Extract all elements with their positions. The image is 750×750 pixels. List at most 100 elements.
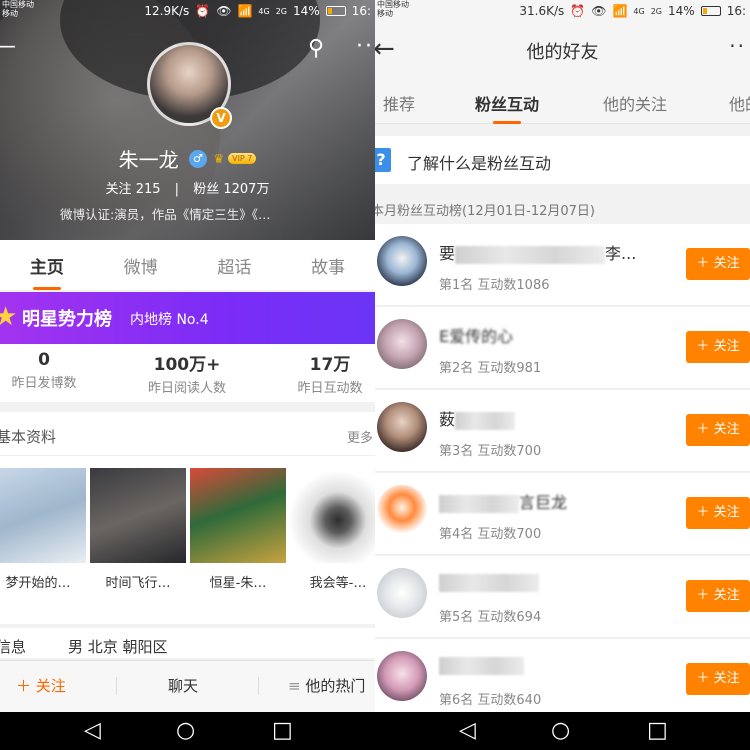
bottom-action-bar: ＋ 关注 聊天 ≡ 他的热门 xyxy=(0,660,375,712)
verified-badge-icon: V xyxy=(210,107,232,129)
fan-name xyxy=(439,655,524,675)
back-arrow-icon[interactable]: — xyxy=(0,34,16,59)
friends-tabs: 推荐 粉丝互动 他的关注 他的 xyxy=(375,80,750,124)
battery-icon xyxy=(700,6,721,16)
fan-name: 言巨龙 xyxy=(439,489,567,513)
poster-4[interactable]: 我会等-… xyxy=(290,468,375,591)
info-row: 信息 男 北京 朝阳区 xyxy=(0,628,375,658)
more-icon[interactable]: ·· xyxy=(729,34,746,58)
signal-label-2: 2G xyxy=(275,6,288,16)
hot-button[interactable]: ≡ 他的热门 xyxy=(288,675,365,696)
list-item[interactable]: 第5名 互动数694 ＋ 关注 xyxy=(375,556,750,638)
list-item[interactable]: 薮 第3名 互动数700 ＋ 关注 xyxy=(375,390,750,472)
battery-percent: 14% xyxy=(293,4,320,18)
tab-fan-interaction[interactable]: 粉丝互动 xyxy=(475,91,539,115)
list-item[interactable]: 第6名 互动数640 ＋ 关注 xyxy=(375,639,750,712)
tab-weibo[interactable]: 微博 xyxy=(118,253,164,278)
profile-tabs: 主页 微博 超话 故事 xyxy=(0,240,375,290)
info-key: 信息 xyxy=(0,638,27,656)
basic-info-header: 基本资料 更多 xyxy=(0,412,375,456)
more-link[interactable]: 更多 xyxy=(347,427,373,446)
battery-percent: 14% xyxy=(668,4,695,18)
followers-label[interactable]: 粉丝 xyxy=(193,182,219,197)
follow-button[interactable]: ＋ 关注 xyxy=(16,675,66,696)
user-name: 朱一龙 xyxy=(118,148,179,172)
clock: 16: xyxy=(351,4,371,18)
nav-home-icon[interactable]: ○ xyxy=(176,718,195,744)
follow-button[interactable]: ＋ 关注 xyxy=(686,497,750,529)
nav-home-icon-2[interactable]: ○ xyxy=(551,718,570,744)
star-icon: ★ xyxy=(0,302,18,332)
following-count[interactable]: 215 xyxy=(136,182,161,197)
avatar[interactable] xyxy=(377,485,427,535)
poster-3[interactable]: 恒星-朱… xyxy=(190,468,286,591)
user-name-row: 朱一龙 ♂ ♛ VIP 7 xyxy=(0,144,375,173)
tab-recommend[interactable]: 推荐 xyxy=(383,91,415,115)
male-icon: ♂ xyxy=(188,149,207,168)
info-value: 男 北京 朝阳区 xyxy=(68,638,168,656)
tab-story[interactable]: 故事 xyxy=(305,253,351,278)
fan-rank: 第1名 互动数1086 xyxy=(439,278,550,293)
plus-icon: ＋ xyxy=(16,677,36,695)
fan-name: E爱传的心 xyxy=(439,327,514,346)
list-item[interactable]: 要李... 第1名 互动数1086 ＋ 关注 xyxy=(375,224,750,306)
follow-button[interactable]: ＋ 关注 xyxy=(686,580,750,612)
fan-name: 薮 xyxy=(439,406,516,430)
network-speed: 31.6K/s xyxy=(519,4,565,18)
top-bar: 中国移动 移动 31.6K/s ⏰ 👁 📶 4G 2G 14% 16: ← 他的… xyxy=(375,0,750,80)
avatar[interactable] xyxy=(377,402,427,452)
eye-icon: 👁 xyxy=(591,4,607,18)
fan-name xyxy=(439,572,539,592)
followers-count[interactable]: 1207万 xyxy=(223,182,269,197)
banner-rank: 内地榜 No.4 xyxy=(130,312,209,328)
nav-recent-icon[interactable]: □ xyxy=(272,718,293,744)
nav-recent-icon-2[interactable]: □ xyxy=(647,718,668,744)
avatar[interactable] xyxy=(377,319,427,369)
fan-rank: 第3名 互动数700 xyxy=(439,444,542,459)
tab-his-more[interactable]: 他的 xyxy=(729,91,750,115)
follow-button[interactable]: ＋ 关注 xyxy=(686,248,750,280)
more-icon[interactable]: ·· xyxy=(356,34,374,59)
status-bar: 中国移动 移动 31.6K/s ⏰ 👁 📶 4G 2G 14% 16: xyxy=(375,0,750,22)
about-fan-interaction[interactable]: ? 了解什么是粉丝互动 xyxy=(375,136,750,184)
nav-back-icon-2[interactable]: ◁ xyxy=(459,718,476,744)
list-item[interactable]: 言巨龙 第4名 互动数700 ＋ 关注 xyxy=(375,473,750,555)
follow-stats: 关注 215 | 粉丝 1207万 xyxy=(105,182,270,197)
chat-button[interactable]: 聊天 xyxy=(168,675,198,696)
wifi-icon: 📶 xyxy=(612,4,628,18)
search-icon[interactable]: ⚲ xyxy=(308,36,324,61)
stat-posts: 0 昨日发博数 xyxy=(11,350,77,391)
fan-name: 要李... xyxy=(439,244,637,264)
menu-icon: ≡ xyxy=(288,677,306,695)
fan-rank: 第2名 互动数981 xyxy=(439,361,542,376)
nav-back-icon[interactable]: ◁ xyxy=(84,718,101,744)
alarm-icon: ⏰ xyxy=(195,4,211,18)
tab-home[interactable]: 主页 xyxy=(24,253,70,278)
poster-2[interactable]: 时间飞行… xyxy=(90,468,186,591)
eye-icon: 👁 xyxy=(216,4,232,18)
carrier-text: 中国移动 移动 xyxy=(2,0,34,18)
stat-readers: 100万+ 昨日阅读人数 xyxy=(147,355,226,396)
list-item[interactable]: E爱传的心 第2名 互动数981 ＋ 关注 xyxy=(375,307,750,389)
fan-rank: 第5名 互动数694 xyxy=(439,610,542,625)
status-bar: 中国移动 移动 12.9K/s ⏰ 👁 📶 4G 2G 14% 16: xyxy=(0,0,375,22)
following-label[interactable]: 关注 xyxy=(106,182,132,197)
signal-label: 4G xyxy=(258,6,270,16)
section-title: 基本资料 xyxy=(0,428,57,446)
banner-title: 明星势力榜 xyxy=(22,309,112,330)
tab-super-topic[interactable]: 超话 xyxy=(211,253,257,278)
crown-icon: ♛ xyxy=(213,151,225,166)
follow-button[interactable]: ＋ 关注 xyxy=(686,331,750,363)
vip-badge[interactable]: VIP 7 xyxy=(228,153,257,164)
friends-screen: 中国移动 移动 31.6K/s ⏰ 👁 📶 4G 2G 14% 16: ← 他的… xyxy=(375,0,750,712)
android-nav-bar: ◁ ○ □ ◁ ○ □ xyxy=(0,712,750,750)
tab-his-following[interactable]: 他的关注 xyxy=(603,91,667,115)
follow-button[interactable]: ＋ 关注 xyxy=(686,663,750,695)
follow-button[interactable]: ＋ 关注 xyxy=(686,414,750,446)
avatar[interactable] xyxy=(377,651,427,701)
star-power-banner[interactable]: ★ 明星势力榜 内地榜 No.4 xyxy=(0,292,375,344)
avatar[interactable] xyxy=(377,236,427,286)
clock: 16: xyxy=(726,4,746,18)
poster-1[interactable]: 梦开始的… xyxy=(0,468,86,591)
avatar[interactable] xyxy=(377,568,427,618)
